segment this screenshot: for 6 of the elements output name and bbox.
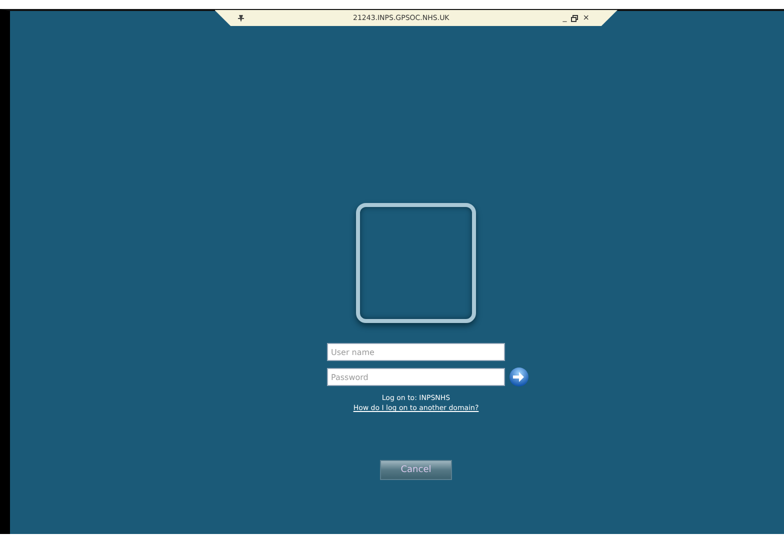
- minimize-button[interactable]: _: [562, 14, 567, 22]
- username-field[interactable]: User name: [327, 343, 505, 361]
- close-button[interactable]: ×: [582, 14, 590, 22]
- restore-icon[interactable]: [570, 14, 578, 22]
- pin-icon[interactable]: [236, 14, 244, 22]
- password-field[interactable]: Password: [327, 368, 505, 386]
